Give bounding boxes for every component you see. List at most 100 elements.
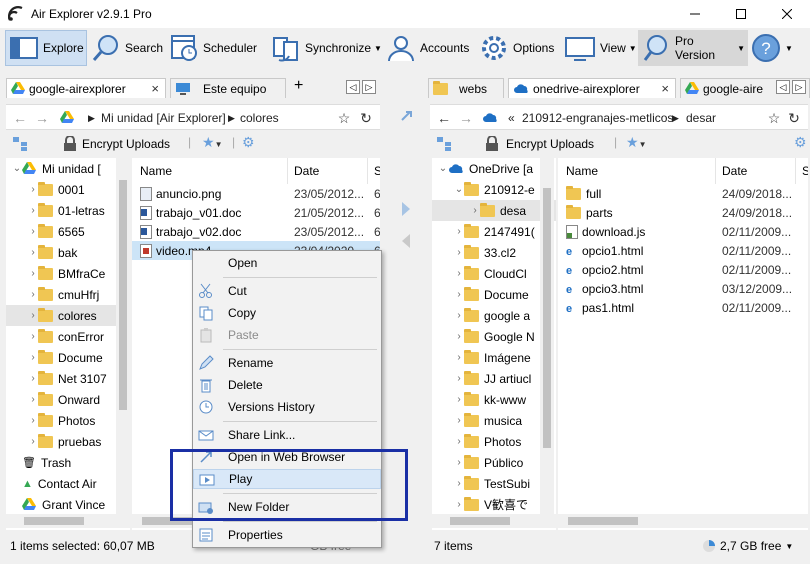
file-row[interactable]: e opcio1.html 02/11/2009... [558,241,808,260]
expand-chevron-icon[interactable]: › [28,289,38,300]
add-tab-button[interactable]: + [294,77,303,95]
expand-chevron-icon[interactable]: › [470,205,480,216]
maximize-button[interactable] [718,0,764,28]
expand-chevron-icon[interactable]: › [28,352,38,363]
menu-item-paste[interactable]: Paste [193,325,381,345]
tree-item[interactable]: › BMfraCe [6,263,130,284]
right-list-hscrollbar[interactable] [558,514,808,528]
tab-este-equipo[interactable]: Este equipo [170,78,286,98]
file-row[interactable]: trabajo_v01.doc 21/05/2012... 6 [132,203,380,222]
expand-chevron-icon[interactable]: › [28,331,38,342]
tree-item[interactable]: › Photos [6,410,130,431]
tree-item[interactable]: › 01-letras [6,200,130,221]
copy-left-arrow-icon[interactable] [400,232,412,250]
favorite-star-icon[interactable]: ☆ [336,110,352,126]
file-row[interactable]: trabajo_v02.doc 23/05/2012... 6 [132,222,380,241]
tree-item[interactable]: › 2147491( [432,221,556,242]
search-button[interactable]: Search [88,30,163,66]
expand-chevron-icon[interactable]: › [454,268,464,279]
pro-version-button[interactable]: Pro Version ▼ [638,30,748,66]
expand-chevron-icon[interactable]: › [454,226,464,237]
column-header-name[interactable]: Name [134,158,288,184]
expand-chevron-icon[interactable]: › [28,247,38,258]
expand-chevron-icon[interactable]: › [454,352,464,363]
settings-icon[interactable]: ⚙ [794,134,807,151]
favorite-star-icon[interactable]: ☆ [766,110,782,126]
tree-item[interactable]: › Docume [432,284,556,305]
tree-item[interactable]: › Net 3107 [6,368,130,389]
expand-chevron-icon[interactable]: › [28,310,38,321]
tab-google-airexplorer[interactable]: google-airexplorer × [6,78,166,98]
expand-chevron-icon[interactable]: › [454,415,464,426]
expand-chevron-icon[interactable]: › [454,499,464,510]
column-header-date[interactable]: Date [288,158,368,184]
file-row[interactable]: download.js 02/11/2009... [558,222,808,241]
synchronize-button[interactable]: Synchronize ▼ [268,30,382,66]
close-button[interactable] [764,0,810,28]
file-row[interactable]: anuncio.png 23/05/2012... 6 [132,184,380,203]
tree-item[interactable]: › pruebas [6,431,130,452]
tree-item[interactable]: › Público [432,452,556,473]
file-row[interactable]: parts 24/09/2018... [558,203,808,222]
tree-item[interactable]: 🗑 Trash [6,452,130,473]
expand-chevron-icon[interactable]: › [454,289,464,300]
tree-item[interactable]: › kk-www [432,389,556,410]
encrypt-uploads-button[interactable]: Encrypt Uploads [82,137,170,151]
file-row[interactable]: e pas1.html 02/11/2009... [558,298,808,317]
expand-chevron-icon[interactable]: › [28,415,38,426]
right-tree-scrollbar[interactable] [540,158,554,514]
close-tab-icon[interactable]: × [151,81,159,96]
tree-item[interactable]: › 33.cl2 [432,242,556,263]
tree-item[interactable]: › V歓喜で [432,494,556,515]
close-tab-icon[interactable]: × [661,81,669,96]
expand-chevron-icon[interactable]: ⌄ [438,163,448,174]
tab-scroll-left-button[interactable]: ◁ [776,80,790,94]
breadcrumb-colores[interactable]: colores [240,111,279,125]
tree-view-icon[interactable] [436,136,452,152]
expand-chevron-icon[interactable]: ⌄ [454,184,464,195]
menu-item-versions-history[interactable]: Versions History [193,397,381,417]
tree-item[interactable]: › musica [432,410,556,431]
tree-item[interactable]: › cmuHfrj [6,284,130,305]
tab-onedrive-airexplorer[interactable]: onedrive-airexplorer × [508,78,676,98]
tree-item[interactable]: › Onward [6,389,130,410]
expand-chevron-icon[interactable]: › [28,226,38,237]
file-row[interactable]: full 24/09/2018... [558,184,808,203]
explore-button[interactable]: Explore [5,30,87,66]
view-button[interactable]: View ▼ [561,30,637,66]
left-tree-hscrollbar[interactable] [6,514,130,528]
minimize-button[interactable] [672,0,718,28]
tree-item[interactable]: ⌄ OneDrive [a [432,158,556,179]
menu-item-share-link[interactable]: Share Link... [193,425,381,445]
expand-chevron-icon[interactable]: › [454,373,464,384]
tree-item[interactable]: › colores [6,305,130,326]
menu-item-cut[interactable]: Cut [193,281,381,301]
help-button[interactable]: ? ▼ [748,30,793,66]
tree-item[interactable]: › Photos [432,431,556,452]
menu-item-copy[interactable]: Copy [193,303,381,323]
refresh-icon[interactable]: ↻ [358,110,374,126]
tree-item[interactable]: Grant Vince [6,494,130,515]
expand-chevron-icon[interactable]: › [454,457,464,468]
breadcrumb-desar[interactable]: desar [686,111,716,125]
tree-item[interactable]: ⌄ Mi unidad [ [6,158,130,179]
menu-item-delete[interactable]: Delete [193,375,381,395]
expand-chevron-icon[interactable]: › [28,205,38,216]
column-header-size[interactable]: S [368,158,380,184]
link-panes-icon[interactable] [398,108,416,126]
menu-item-open[interactable]: Open [193,253,381,273]
tree-item[interactable]: › conError [6,326,130,347]
column-header-name[interactable]: Name [560,158,716,184]
breadcrumb-overflow[interactable]: « [508,111,515,125]
tree-item[interactable]: › 0001 [6,179,130,200]
expand-chevron-icon[interactable]: › [28,436,38,447]
expand-chevron-icon[interactable]: › [454,331,464,342]
tree-item[interactable]: ⌄ 210912-e [432,179,556,200]
favorites-star-icon[interactable]: ★▼ [202,134,222,151]
free-space[interactable]: 2,7 GB free ▼ [702,539,793,553]
expand-chevron-icon[interactable]: › [28,268,38,279]
back-icon[interactable]: ← [12,110,28,126]
tree-item[interactable]: › Imágene [432,347,556,368]
tab-webs[interactable]: webs [428,78,504,98]
menu-item-properties[interactable]: Properties [193,525,381,545]
